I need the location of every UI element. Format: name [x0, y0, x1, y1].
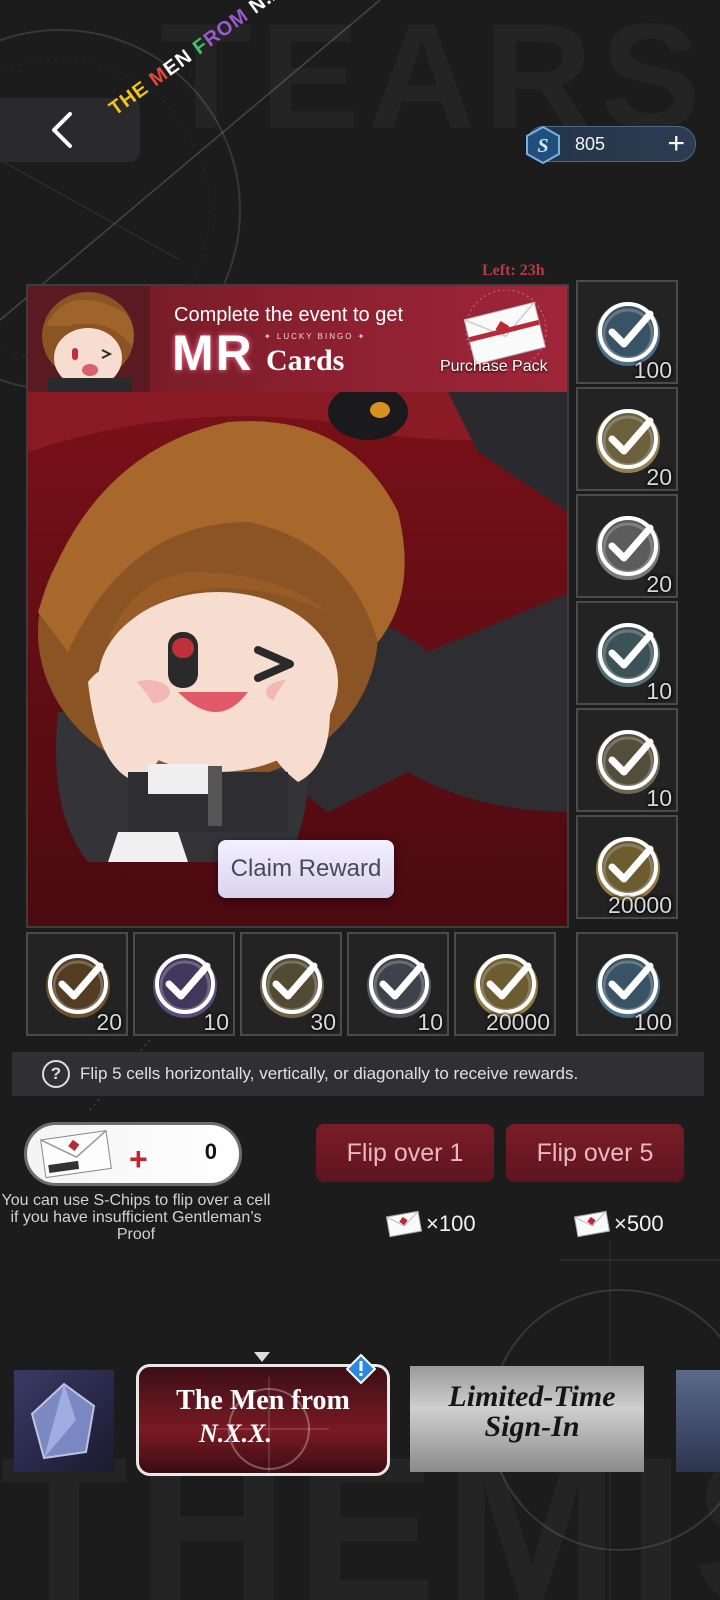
bingo-cell[interactable]: 20000 [454, 932, 556, 1036]
event-tab-bar: The Men from N.X.X. Limited-Time Sign-In [0, 1330, 720, 1476]
cell-quantity: 20 [96, 1009, 122, 1035]
cell-quantity: 100 [633, 1009, 672, 1035]
add-s-chip-button[interactable]: + [667, 129, 685, 159]
tab-limited-time-sign-in[interactable]: Limited-Time Sign-In [410, 1366, 644, 1472]
bingo-rule-text: Flip 5 cells horizontally, vertically, o… [80, 1064, 579, 1083]
bingo-cell[interactable]: 30 [240, 932, 342, 1036]
proof-count: 0 [204, 1139, 217, 1164]
chibi-portrait [28, 286, 150, 392]
bingo-cell[interactable]: 20 [26, 932, 128, 1036]
flip-over-5-button[interactable]: Flip over 5 [506, 1124, 684, 1182]
banner-lucky-bingo: ✦ LUCKY BINGO ✦ [264, 332, 367, 341]
help-icon[interactable]: ? [42, 1060, 70, 1088]
s-chip-icon: S [526, 125, 560, 165]
svg-text:S: S [537, 135, 548, 157]
time-left-label: Left: 23h [482, 262, 545, 279]
cell-quantity: 10 [417, 1009, 443, 1035]
bingo-cell[interactable]: 20 [576, 387, 678, 491]
banner-cards: Cards [266, 344, 345, 377]
crystal-icon [30, 1382, 96, 1460]
bingo-cell[interactable]: 10 [576, 601, 678, 705]
bingo-cell[interactable]: 10 [347, 932, 449, 1036]
tab-crystal-event[interactable] [14, 1370, 114, 1472]
flip-over-1-button[interactable]: Flip over 1 [316, 1124, 494, 1182]
mr-cards-banner: Complete the event to get MR ✦ LUCKY BIN… [28, 286, 567, 392]
gentlemans-proof-envelope-icon [40, 1130, 112, 1179]
alert-icon [346, 1354, 376, 1384]
bingo-cell[interactable]: 10 [133, 932, 235, 1036]
bingo-cell[interactable]: 20 [576, 494, 678, 598]
active-tab-title: The Men from [176, 1385, 350, 1416]
back-arrow-icon [52, 112, 72, 148]
cell-quantity: 10 [646, 785, 672, 811]
purchase-pack-label[interactable]: Purchase Pack [440, 358, 548, 376]
bingo-cell[interactable]: 10 [576, 708, 678, 812]
flip-1-cost: ×100 [384, 1208, 476, 1240]
cell-quantity: 20 [646, 464, 672, 490]
tab-next-event[interactable] [676, 1370, 720, 1472]
bingo-cell[interactable]: 100 [576, 932, 678, 1036]
flip-5-cost: ×500 [572, 1208, 664, 1240]
envelope-icon [573, 1210, 611, 1238]
signin-tab-title: Limited-Time Sign-In [448, 1380, 616, 1443]
add-proof-button[interactable]: + [129, 1143, 148, 1175]
cell-quantity: 100 [633, 357, 672, 383]
cell-quantity: 30 [310, 1009, 336, 1035]
banner-mr: MR [172, 325, 254, 381]
bingo-board: Complete the event to get MR ✦ LUCKY BIN… [12, 280, 708, 1120]
claim-reward-button[interactable]: Claim Reward [218, 840, 394, 898]
flip-1-cost-value: ×100 [426, 1211, 476, 1236]
bingo-rule-hint: ? Flip 5 cells horizontally, vertically,… [12, 1052, 704, 1096]
cell-quantity: 20000 [608, 892, 672, 918]
s-chip-balance: S 805 + [526, 125, 696, 165]
event-logo-segment: N.X.X. [240, 0, 310, 22]
envelope-icon [385, 1210, 423, 1238]
cell-quantity: 20 [646, 571, 672, 597]
cell-quantity: 20000 [486, 1009, 550, 1035]
gentlemans-proof-counter: + 0 [24, 1122, 242, 1186]
s-chip-hint: You can use S-Chips to flip over a cell … [1, 1192, 271, 1243]
selected-tab-arrow-icon [254, 1352, 270, 1362]
main-reward-panel: Complete the event to get MR ✦ LUCKY BIN… [26, 284, 569, 928]
cell-quantity: 10 [646, 678, 672, 704]
cell-quantity: 10 [203, 1009, 229, 1035]
bingo-cell[interactable]: 100 [576, 280, 678, 384]
flip-5-cost-value: ×500 [614, 1211, 664, 1236]
event-logo: THE MEN FROM N.X.X. [105, 0, 310, 121]
s-chip-amount: 805 [575, 133, 606, 154]
bingo-cell[interactable]: 20000 [576, 815, 678, 919]
active-tab-subtitle: N.X.X. [199, 1419, 272, 1448]
